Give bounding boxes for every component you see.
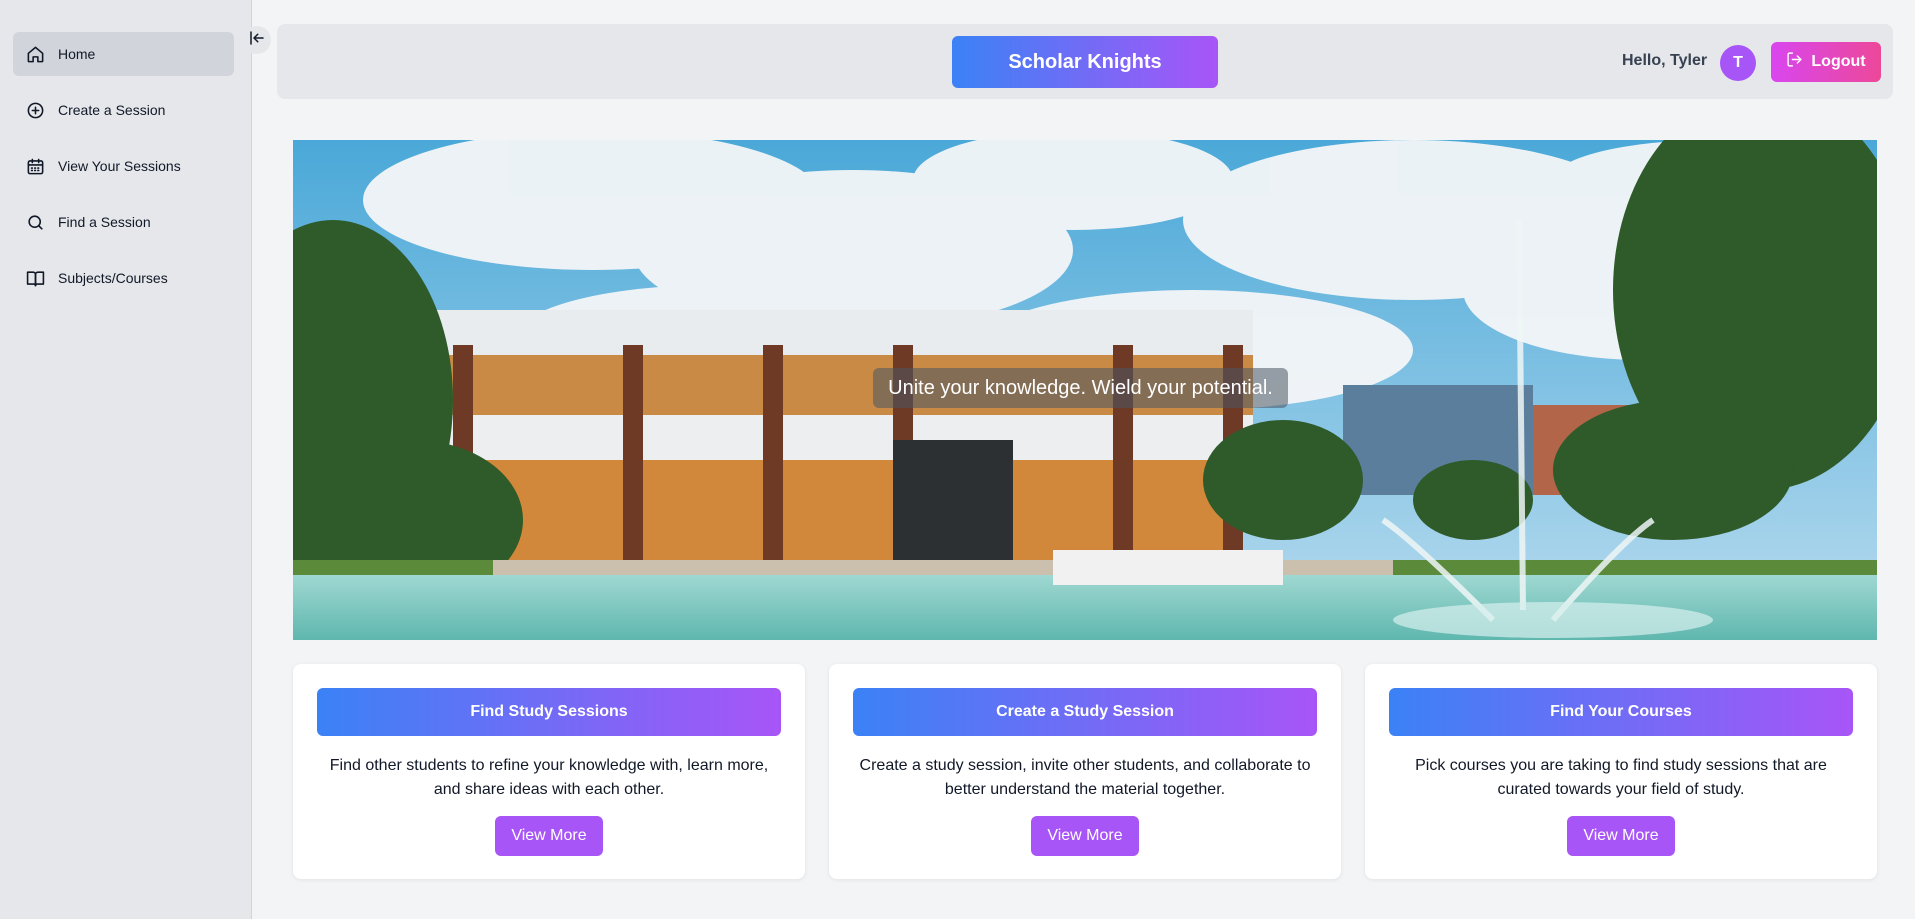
avatar[interactable]: T [1720, 45, 1756, 81]
sidebar-item-label: Find a Session [58, 214, 151, 230]
view-more-button[interactable]: View More [1567, 816, 1675, 856]
view-more-button[interactable]: View More [1031, 816, 1139, 856]
view-more-button[interactable]: View More [495, 816, 603, 856]
search-icon [25, 212, 45, 232]
card-description: Pick courses you are taking to find stud… [1415, 757, 1827, 798]
feature-card-find-sessions: Find Study Sessions Find other students … [293, 664, 805, 879]
brand-title: Scholar Knights [952, 36, 1218, 88]
calendar-icon [25, 156, 45, 176]
logout-label: Logout [1811, 53, 1866, 70]
sidebar-item-home[interactable]: Home [13, 32, 234, 76]
collapse-left-icon [248, 29, 266, 52]
plus-circle-icon [25, 100, 45, 120]
logout-icon [1786, 51, 1811, 73]
sidebar-item-label: Home [58, 46, 96, 62]
sidebar-item-create-session[interactable]: Create a Session [13, 88, 234, 132]
card-description: Find other students to refine your knowl… [329, 757, 769, 798]
feature-card-find-courses: Find Your Courses Pick courses you are t… [1365, 664, 1877, 879]
sidebar-item-find-session[interactable]: Find a Session [13, 200, 234, 244]
home-icon [25, 44, 45, 64]
card-title-button[interactable]: Find Your Courses [1389, 688, 1853, 736]
sidebar-item-label: Create a Session [58, 102, 166, 118]
sidebar-item-view-sessions[interactable]: View Your Sessions [13, 144, 234, 188]
hero-banner: Unite your knowledge. Wield your potenti… [293, 140, 1877, 640]
book-open-icon [25, 268, 45, 288]
card-title-button[interactable]: Find Study Sessions [317, 688, 781, 736]
logout-button[interactable]: Logout [1771, 42, 1881, 82]
feature-card-create-session: Create a Study Session Create a study se… [829, 664, 1341, 879]
sidebar: Home Create a Session View Your Sessions… [0, 0, 252, 919]
sidebar-item-subjects-courses[interactable]: Subjects/Courses [13, 256, 234, 300]
user-greeting: Hello, Tyler [1622, 52, 1708, 69]
card-description: Create a study session, invite other stu… [859, 757, 1311, 798]
sidebar-item-label: Subjects/Courses [58, 270, 168, 286]
card-title-button[interactable]: Create a Study Session [853, 688, 1317, 736]
sidebar-item-label: View Your Sessions [58, 158, 181, 174]
collapse-sidebar-button[interactable] [243, 26, 271, 54]
hero-tagline: Unite your knowledge. Wield your potenti… [873, 368, 1288, 408]
top-header: Scholar Knights Hello, Tyler T Logout [277, 24, 1893, 99]
